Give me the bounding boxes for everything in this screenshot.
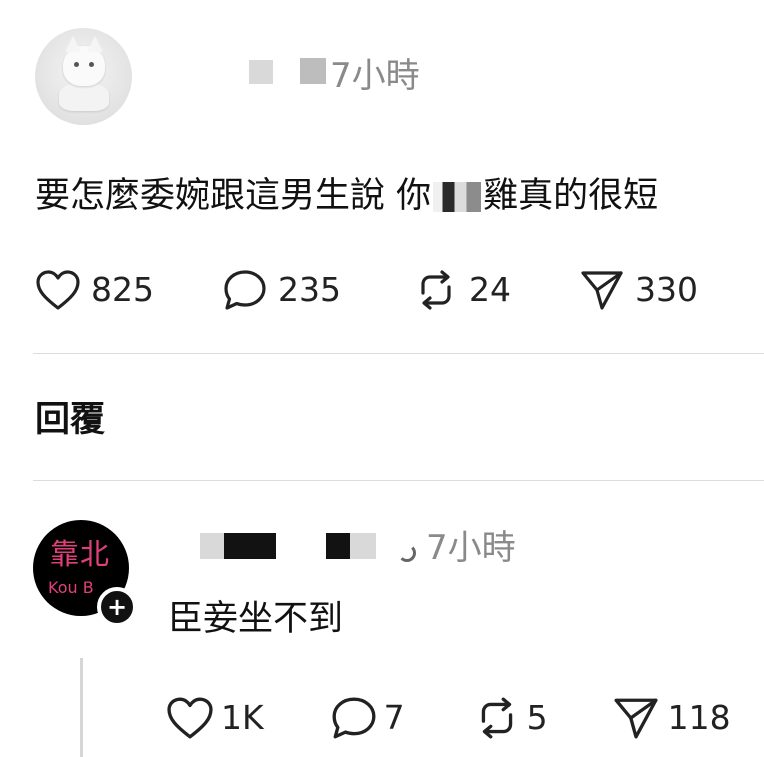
censored-username-part[interactable] <box>224 533 276 559</box>
cat-figure-body <box>59 83 109 111</box>
avatar-logo-text: 靠北 <box>50 537 111 571</box>
like-count: 1K <box>221 698 264 737</box>
censored-username-part[interactable] <box>300 58 326 84</box>
thread-line <box>80 658 83 757</box>
share-count: 330 <box>635 270 698 309</box>
cat-figure-head <box>63 36 105 86</box>
censored-word-mask <box>433 182 482 212</box>
like-button[interactable]: 825 <box>35 269 154 311</box>
censored-username-fragment <box>398 544 416 562</box>
censored-username[interactable] <box>249 60 273 84</box>
comment-count: 7 <box>383 698 405 737</box>
reply-text: 臣妾坐不到 <box>168 599 344 639</box>
like-count: 825 <box>91 270 154 309</box>
repost-count: 24 <box>469 270 511 309</box>
censored-username-part[interactable] <box>350 533 376 559</box>
speech-bubble-icon <box>332 697 376 739</box>
repost-arrows-icon <box>421 270 451 310</box>
repost-button[interactable]: 24 <box>413 269 511 311</box>
repost-arrows-icon <box>481 697 512 739</box>
post-actions: 825 235 24 330 <box>35 268 698 312</box>
comment-button[interactable]: 7 <box>330 695 405 741</box>
reply-actions: 1K 7 5 118 <box>165 695 731 741</box>
comment-count: 235 <box>278 270 341 309</box>
follow-plus-button[interactable]: + <box>97 587 137 627</box>
censored-username[interactable] <box>200 533 224 559</box>
share-button[interactable]: 330 <box>579 268 698 312</box>
avatar-logo-subtext: Kou B <box>48 578 94 597</box>
divider <box>33 480 764 481</box>
repost-count: 5 <box>526 698 548 737</box>
speech-bubble-icon <box>224 270 266 310</box>
post-text: 要怎麼委婉跟這男生說 你雞真的很短 <box>35 176 659 216</box>
reply-time: 7小時 <box>426 528 516 568</box>
paper-plane-icon <box>614 698 658 739</box>
heart-icon <box>167 697 213 739</box>
divider <box>33 353 764 354</box>
comment-button[interactable]: 235 <box>222 268 341 312</box>
heart-icon <box>36 270 80 310</box>
censored-username-part[interactable] <box>326 533 350 559</box>
like-button[interactable]: 1K <box>165 696 264 740</box>
paper-plane-icon <box>581 271 623 310</box>
repost-button[interactable]: 5 <box>473 696 548 740</box>
replies-heading[interactable]: 回覆 <box>35 398 105 442</box>
share-button[interactable]: 118 <box>612 695 731 741</box>
post-time: 7小時 <box>330 56 420 96</box>
post-author-avatar[interactable] <box>35 28 132 125</box>
share-count: 118 <box>667 698 731 737</box>
